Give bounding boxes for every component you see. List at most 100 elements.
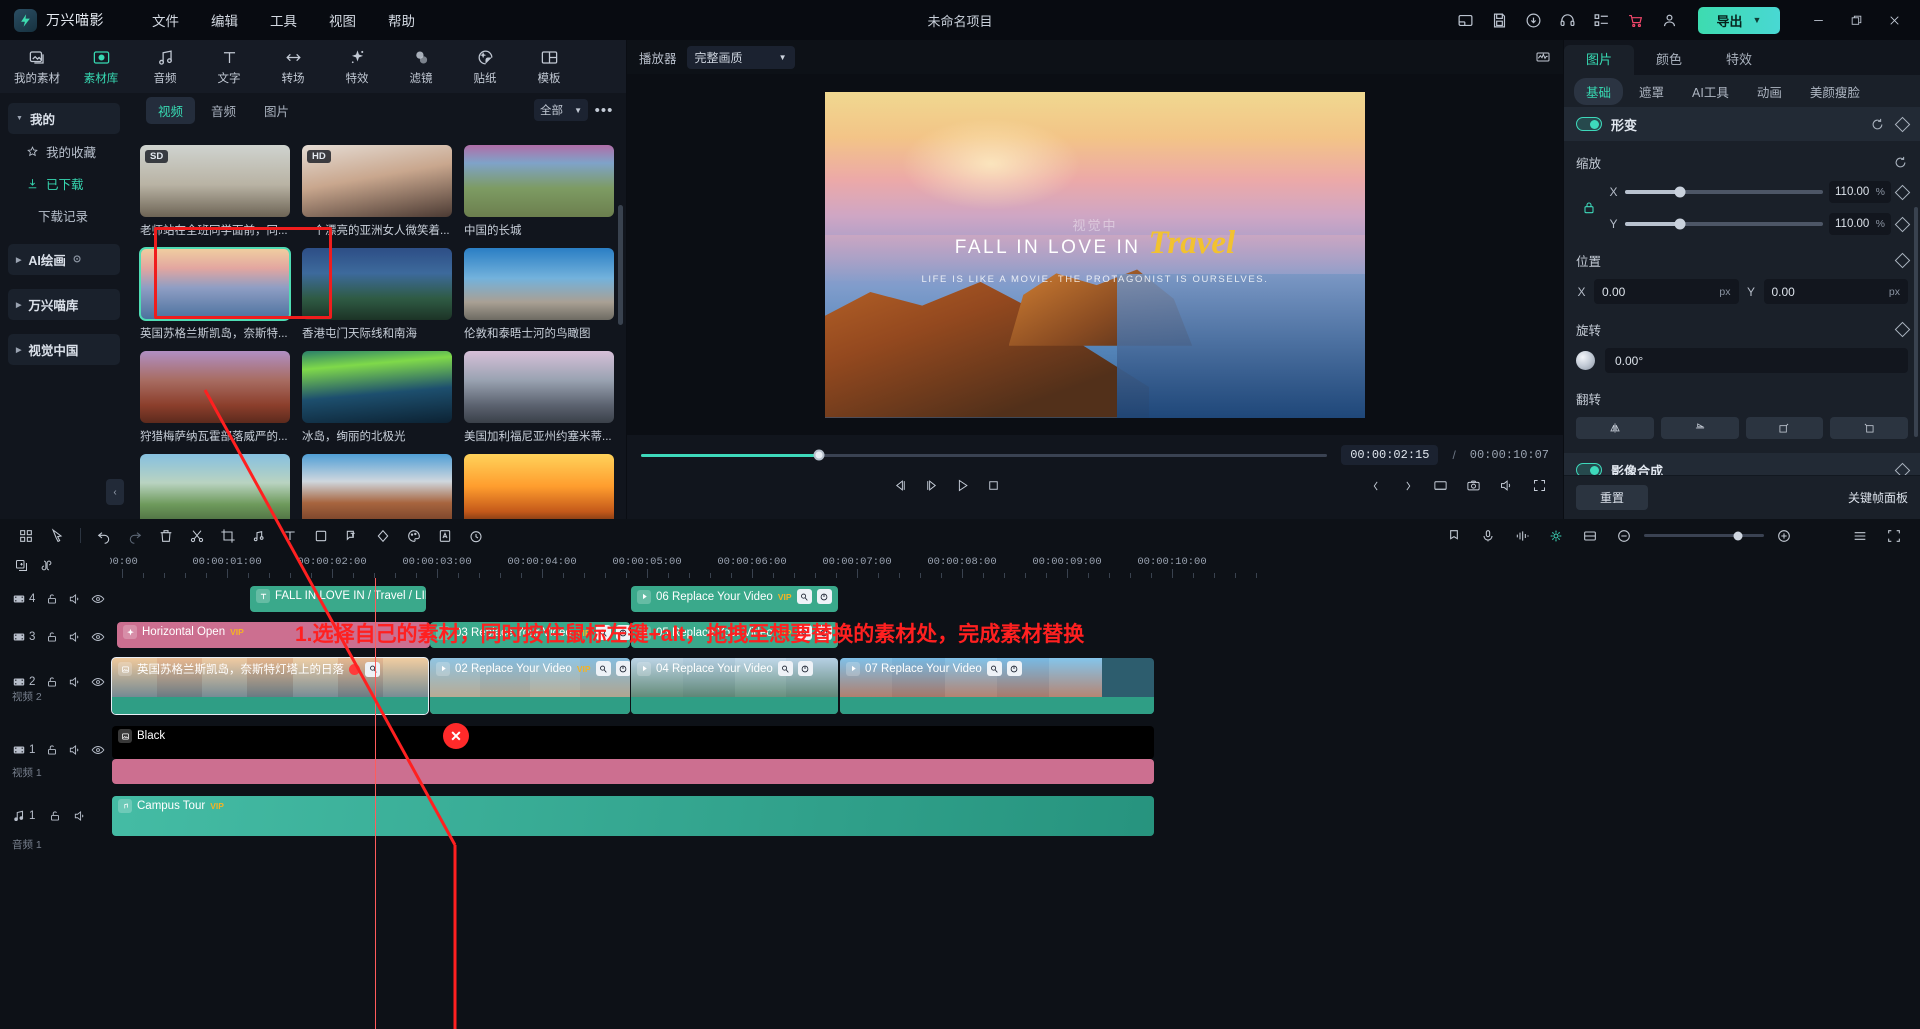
minimize-button[interactable] bbox=[1800, 3, 1836, 37]
play-icon[interactable] bbox=[955, 478, 970, 493]
clip-settings-icon[interactable] bbox=[816, 589, 832, 604]
keyframe-diamond-icon[interactable] bbox=[1894, 216, 1911, 232]
timeline-clip-black[interactable]: Black bbox=[112, 726, 1154, 759]
scale-x-input[interactable]: 110.00 % bbox=[1829, 181, 1891, 203]
save-icon[interactable] bbox=[1484, 5, 1514, 35]
sidebar-group-wondershare-lib[interactable]: ▶ 万兴喵库 bbox=[8, 289, 120, 320]
timeline-clip-placeholder-06[interactable]: 06 Replace Your Video VIP bbox=[631, 586, 838, 612]
keyframe-diamond-icon[interactable] bbox=[1894, 252, 1911, 269]
sidebar-group-vcg[interactable]: ▶ 视觉中国 bbox=[8, 334, 120, 365]
tab-effects[interactable]: 特效 bbox=[1704, 45, 1774, 75]
rotation-input[interactable]: 0.00° bbox=[1605, 348, 1908, 373]
scale-lock-icon[interactable] bbox=[1576, 200, 1602, 216]
seek-handle[interactable] bbox=[813, 449, 825, 461]
tab-audio[interactable]: 音频 bbox=[199, 97, 248, 124]
next-frame-icon[interactable] bbox=[924, 478, 939, 493]
link-icon[interactable] bbox=[39, 558, 54, 573]
subtab-basic[interactable]: 基础 bbox=[1574, 77, 1624, 105]
timeline-playhead[interactable] bbox=[375, 578, 376, 1029]
mute-icon[interactable] bbox=[63, 592, 86, 606]
menu-view[interactable]: 视图 bbox=[315, 5, 370, 35]
clip-settings-icon[interactable] bbox=[797, 661, 813, 676]
clip-settings-icon[interactable] bbox=[615, 661, 630, 676]
scale-y-slider[interactable] bbox=[1625, 218, 1823, 230]
menu-edit[interactable]: 编辑 bbox=[197, 5, 252, 35]
snapshot-icon[interactable] bbox=[1466, 478, 1481, 493]
timeline-clip-audio[interactable]: Campus Tour VIP bbox=[112, 796, 1154, 836]
tab-color[interactable]: 颜色 bbox=[1634, 45, 1704, 75]
crop-icon[interactable] bbox=[214, 523, 242, 548]
export-button[interactable]: 导出 ▼ bbox=[1698, 6, 1780, 34]
color-match-icon[interactable] bbox=[369, 523, 397, 548]
grid-view-icon[interactable] bbox=[12, 523, 40, 548]
flip-vertical-icon[interactable] bbox=[1660, 417, 1739, 439]
fit-timeline-icon[interactable] bbox=[1880, 523, 1908, 548]
timeline-clip-pink-strip[interactable] bbox=[112, 759, 1154, 784]
apps-grid-icon[interactable] bbox=[1586, 5, 1616, 35]
timeline-ruler[interactable]: 00:00 00:00:01:00 00:00:02:00 00:00:03:0… bbox=[110, 552, 1920, 578]
close-button[interactable] bbox=[1876, 3, 1912, 37]
mute-icon[interactable] bbox=[63, 675, 86, 689]
ribbon-tab-sticker[interactable]: 贴纸 bbox=[454, 41, 516, 92]
chevron-down-icon[interactable]: ▼ bbox=[1753, 15, 1762, 25]
pointer-icon[interactable] bbox=[43, 523, 71, 548]
rotate-right-icon[interactable] bbox=[1745, 417, 1824, 439]
media-card[interactable]: 香港屯门天际线和南海 bbox=[302, 248, 452, 341]
timeline-clip-transition[interactable]: Horizontal Open VIP bbox=[117, 622, 430, 648]
keyframe-diamond-icon[interactable] bbox=[1894, 116, 1911, 132]
keyframe-panel-button[interactable]: 关键帧面板 bbox=[1848, 489, 1908, 506]
lock-icon[interactable] bbox=[40, 743, 63, 757]
replace-media-icon[interactable] bbox=[986, 661, 1002, 676]
undo-icon[interactable] bbox=[90, 523, 118, 548]
lock-icon[interactable] bbox=[40, 592, 63, 606]
auto-enhance-icon[interactable] bbox=[431, 523, 459, 548]
cloud-upload-icon[interactable] bbox=[1518, 5, 1548, 35]
maximize-button[interactable] bbox=[1838, 3, 1874, 37]
visibility-icon[interactable] bbox=[87, 592, 110, 606]
stop-icon[interactable] bbox=[986, 478, 1001, 493]
timeline-clip-placeholder-05[interactable]: 05 Replace Your Video VIP bbox=[631, 622, 838, 648]
prev-frame-icon[interactable] bbox=[893, 478, 908, 493]
menu-tools[interactable]: 工具 bbox=[256, 5, 311, 35]
timeline-zoom-slider[interactable] bbox=[1644, 531, 1764, 540]
layout-icon[interactable] bbox=[1450, 5, 1480, 35]
volume-icon[interactable] bbox=[1499, 478, 1514, 493]
lock-icon[interactable] bbox=[40, 675, 63, 689]
replace-media-icon[interactable] bbox=[595, 661, 611, 676]
speech-to-text-icon[interactable] bbox=[338, 523, 366, 548]
timeline-clip-selected-media[interactable]: 英国苏格兰斯凯岛，奈斯特灯塔上的日落 bbox=[111, 657, 429, 715]
visibility-icon[interactable] bbox=[87, 630, 110, 644]
expand-icon[interactable] bbox=[1532, 478, 1547, 493]
palette-icon[interactable] bbox=[400, 523, 428, 548]
ribbon-tab-filter[interactable]: 滤镜 bbox=[390, 41, 452, 92]
replace-media-icon[interactable] bbox=[777, 661, 793, 676]
zoom-out-icon[interactable] bbox=[1610, 523, 1638, 548]
media-card[interactable]: 中国的长城 bbox=[464, 145, 614, 238]
reset-button[interactable]: 重置 bbox=[1576, 485, 1648, 510]
media-card[interactable]: 冰岛，绚丽的北极光 bbox=[302, 351, 452, 444]
lock-icon[interactable] bbox=[40, 630, 63, 644]
scale-x-slider[interactable] bbox=[1625, 186, 1823, 198]
replace-media-icon[interactable] bbox=[365, 661, 380, 677]
timeline-clip-placeholder-03[interactable]: 03 Replace Your Video VIP bbox=[430, 622, 630, 648]
fullscreen-stage-icon[interactable] bbox=[1433, 478, 1448, 493]
delete-icon[interactable] bbox=[152, 523, 180, 548]
speed-icon[interactable] bbox=[462, 523, 490, 548]
subtab-mask[interactable]: 遮罩 bbox=[1627, 78, 1676, 105]
media-card[interactable]: 狩猎梅萨纳瓦霍部落威严的... bbox=[140, 351, 290, 444]
quality-select[interactable]: 完整画质 ▼ bbox=[686, 45, 795, 69]
timeline-lanes[interactable]: FALL IN LOVE IN / Travel / LIF... 06 Rep… bbox=[110, 578, 1920, 1029]
marker-in-icon[interactable] bbox=[1369, 479, 1383, 493]
timeline-clip-text[interactable]: FALL IN LOVE IN / Travel / LIF... bbox=[250, 586, 426, 612]
list-view-icon[interactable] bbox=[1846, 523, 1874, 548]
marker-icon[interactable] bbox=[1440, 523, 1468, 548]
zoom-handle[interactable] bbox=[1733, 531, 1743, 540]
subtab-beauty[interactable]: 美颜瘦脸 bbox=[1798, 78, 1872, 105]
tab-image[interactable]: 图片 bbox=[1564, 45, 1635, 75]
clip-settings-icon[interactable] bbox=[816, 625, 832, 640]
marker-out-icon[interactable] bbox=[1401, 479, 1415, 493]
seek-slider[interactable] bbox=[641, 449, 1328, 461]
media-card[interactable] bbox=[302, 454, 452, 519]
media-card[interactable]: HD 一个漂亮的亚洲女人微笑着... bbox=[302, 145, 452, 238]
menu-file[interactable]: 文件 bbox=[138, 5, 193, 35]
